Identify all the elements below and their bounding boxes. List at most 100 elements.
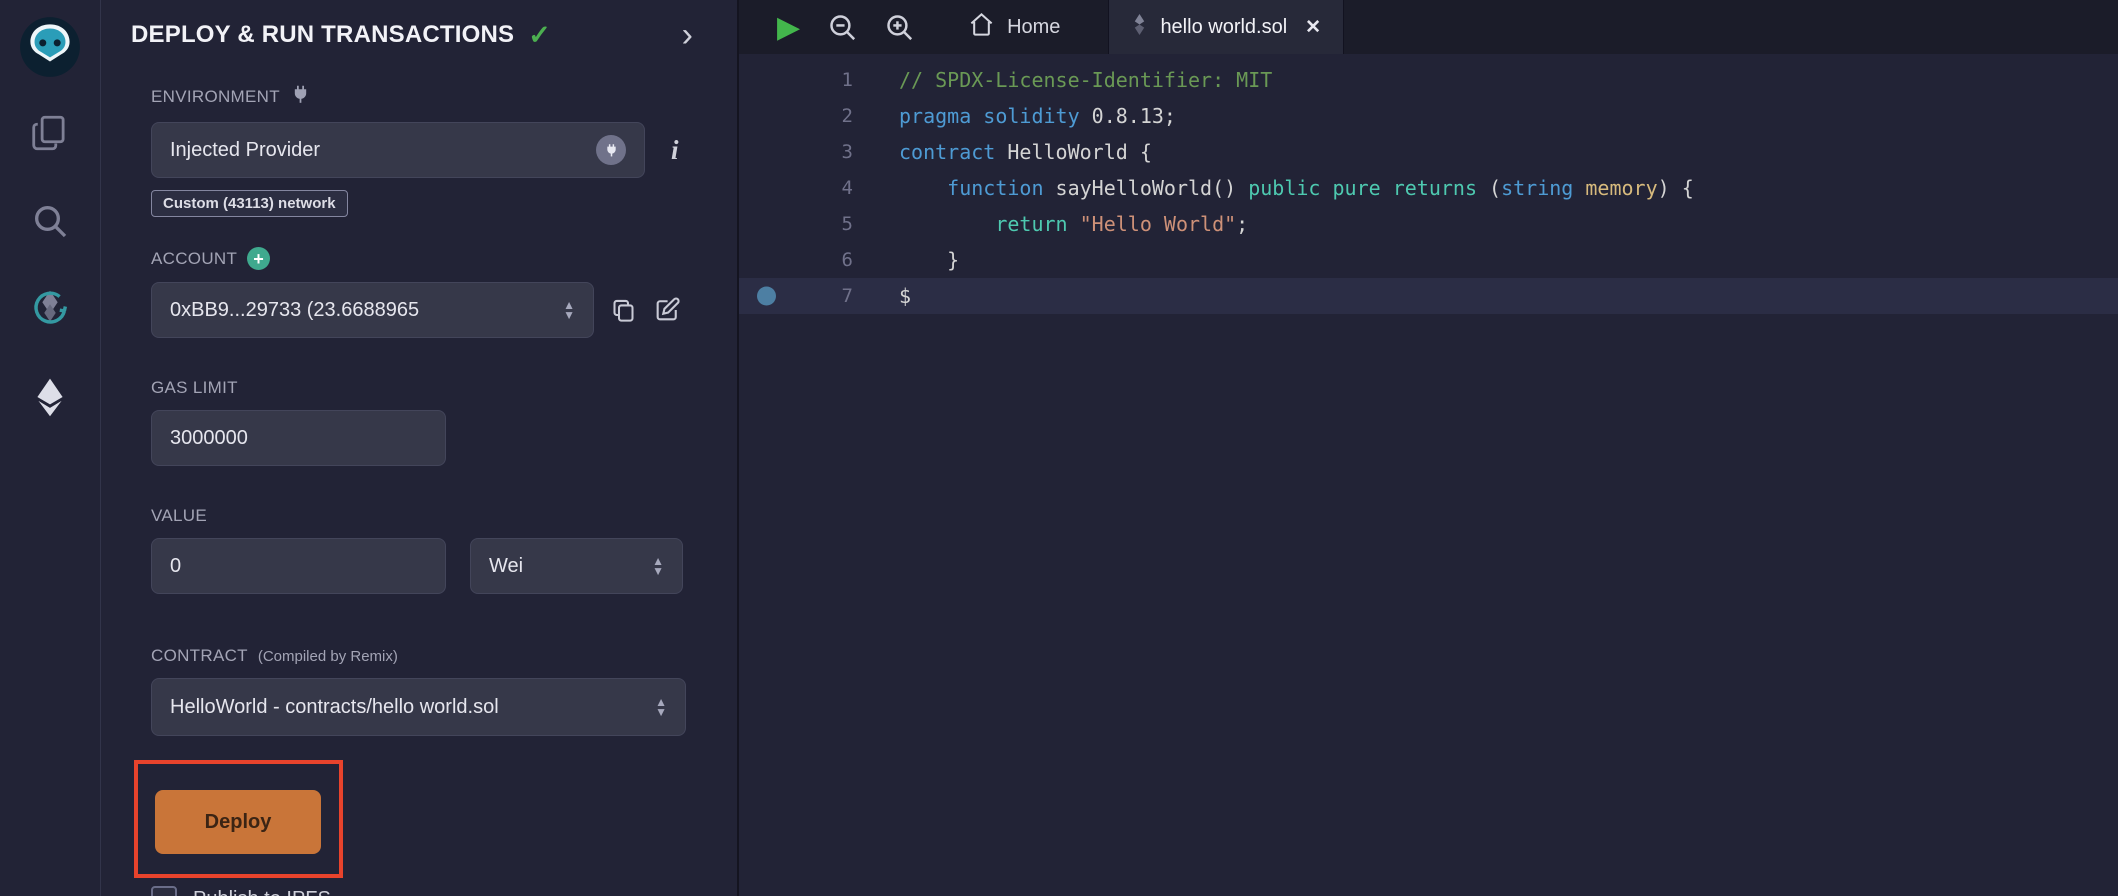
code-token: contract	[899, 140, 1007, 164]
solidity-compiler-icon[interactable]	[27, 286, 73, 332]
stepper-icon[interactable]: ▲ ▼	[563, 300, 575, 320]
code-lines: 1// SPDX-License-Identifier: MIT2pragma …	[739, 62, 2118, 314]
run-script-icon[interactable]: ▶	[763, 0, 814, 54]
code-token: memory	[1585, 176, 1657, 200]
code-token: }	[899, 248, 959, 272]
code-token: (	[1477, 176, 1501, 200]
code-token: 0.8.13;	[1092, 104, 1176, 128]
line-number: 5	[739, 213, 899, 235]
environment-value: Injected Provider	[170, 139, 586, 162]
line-number: 2	[739, 105, 899, 127]
editor-area: ▶ Home	[739, 0, 2118, 896]
account-label-text: ACCOUNT	[151, 249, 237, 269]
gas-limit-label-text: GAS LIMIT	[151, 378, 238, 398]
contract-label-text: CONTRACT	[151, 646, 248, 666]
code-row[interactable]: 6 }	[739, 242, 2118, 278]
publish-checkbox[interactable]	[151, 886, 177, 896]
close-tab-icon[interactable]: ✕	[1305, 16, 1321, 39]
code-row[interactable]: 7$	[739, 278, 2118, 314]
editor-tab-bar: ▶ Home	[739, 0, 2118, 54]
code-row[interactable]: 2pragma solidity 0.8.13;	[739, 98, 2118, 134]
info-icon[interactable]: i	[671, 135, 679, 166]
code-token	[899, 176, 947, 200]
code-row[interactable]: 5 return "Hello World";	[739, 206, 2118, 242]
chevron-right-icon[interactable]: ›	[682, 25, 693, 45]
deploy-run-panel: DEPLOY & RUN TRANSACTIONS ✓ › ENVIRONMEN…	[101, 0, 739, 896]
tab-hello-world-sol[interactable]: hello world.sol ✕	[1108, 0, 1344, 54]
value-amount: 0	[170, 555, 181, 578]
icon-rail	[0, 0, 101, 896]
code-token: string	[1501, 176, 1585, 200]
code-token: function	[947, 176, 1055, 200]
panel-header: DEPLOY & RUN TRANSACTIONS ✓ ›	[101, 16, 737, 54]
plug-icon	[290, 84, 311, 110]
zoom-in-icon[interactable]	[871, 0, 928, 54]
gutter[interactable]: 3	[739, 134, 899, 170]
code-line: return "Hello World";	[899, 206, 1248, 242]
contract-select[interactable]: HelloWorld - contracts/hello world.sol ▲…	[151, 678, 686, 736]
account-value: 0xBB9...29733 (23.6688965	[170, 299, 555, 322]
code-editor[interactable]: 1// SPDX-License-Identifier: MIT2pragma …	[739, 54, 2118, 896]
provider-circle-icon	[596, 135, 626, 165]
file-explorer-icon[interactable]	[27, 110, 73, 156]
zoom-out-icon[interactable]	[814, 0, 871, 54]
stepper-icon[interactable]: ▲ ▼	[655, 697, 667, 717]
tab-home-label: Home	[1007, 16, 1060, 39]
deploy-button[interactable]: Deploy	[155, 790, 321, 854]
code-token: // SPDX-License-Identifier: MIT	[899, 68, 1272, 92]
gutter[interactable]: 6	[739, 242, 899, 278]
code-token: return	[995, 212, 1079, 236]
code-token: ;	[1236, 212, 1248, 236]
gas-limit-label: GAS LIMIT	[151, 378, 691, 398]
line-number: 1	[739, 69, 899, 91]
code-token	[899, 212, 995, 236]
gas-limit-input[interactable]: 3000000	[151, 410, 446, 466]
gutter[interactable]: 2	[739, 98, 899, 134]
add-account-icon[interactable]: +	[247, 247, 270, 270]
code-token: pragma solidity	[899, 104, 1092, 128]
gutter[interactable]: 4	[739, 170, 899, 206]
account-select[interactable]: 0xBB9...29733 (23.6688965 ▲ ▼	[151, 282, 594, 338]
code-line: contract HelloWorld {	[899, 134, 1152, 170]
arrow-down-icon: ▼	[652, 566, 664, 576]
environment-row: Injected Provider i	[151, 122, 691, 178]
code-line: }	[899, 242, 959, 278]
code-row[interactable]: 4 function sayHelloWorld() public pure r…	[739, 170, 2118, 206]
contract-sublabel: (Compiled by Remix)	[258, 648, 398, 665]
code-token: "Hello World"	[1080, 212, 1237, 236]
code-token: public pure returns	[1248, 176, 1477, 200]
environment-label: ENVIRONMENT	[151, 84, 691, 110]
gutter[interactable]: 1	[739, 62, 899, 98]
deploy-run-icon[interactable]	[27, 374, 73, 420]
value-row: 0 Wei ▲ ▼	[151, 538, 691, 594]
breakpoint-dot-icon	[757, 287, 776, 306]
code-row[interactable]: 3contract HelloWorld {	[739, 134, 2118, 170]
line-number: 4	[739, 177, 899, 199]
copy-account-button[interactable]	[610, 297, 637, 324]
value-unit-select[interactable]: Wei ▲ ▼	[470, 538, 683, 594]
contract-label: CONTRACT (Compiled by Remix)	[151, 646, 691, 666]
line-number: 6	[739, 249, 899, 271]
arrow-down-icon: ▼	[655, 707, 667, 717]
code-line: // SPDX-License-Identifier: MIT	[899, 62, 1272, 98]
gutter[interactable]: 7	[739, 278, 899, 314]
code-token: $	[899, 284, 911, 308]
value-label: VALUE	[151, 506, 691, 526]
remix-logo[interactable]	[17, 14, 83, 80]
stepper-icon[interactable]: ▲ ▼	[652, 556, 664, 576]
publish-label: Publish to IPFS	[193, 888, 331, 896]
line-number: 3	[739, 141, 899, 163]
panel-body: ENVIRONMENT Injected Provider	[101, 84, 737, 896]
search-icon[interactable]	[27, 198, 73, 244]
contract-value: HelloWorld - contracts/hello world.sol	[170, 696, 647, 719]
edit-account-button[interactable]	[653, 296, 681, 324]
code-row[interactable]: 1// SPDX-License-Identifier: MIT	[739, 62, 2118, 98]
gutter[interactable]: 5	[739, 206, 899, 242]
code-token: ) {	[1658, 176, 1694, 200]
environment-select[interactable]: Injected Provider	[151, 122, 645, 178]
tab-home[interactable]: Home	[946, 0, 1082, 54]
value-input[interactable]: 0	[151, 538, 446, 594]
solidity-file-icon	[1131, 14, 1148, 41]
publish-row: Publish to IPFS	[151, 886, 691, 896]
tab-file-label: hello world.sol	[1160, 16, 1287, 39]
